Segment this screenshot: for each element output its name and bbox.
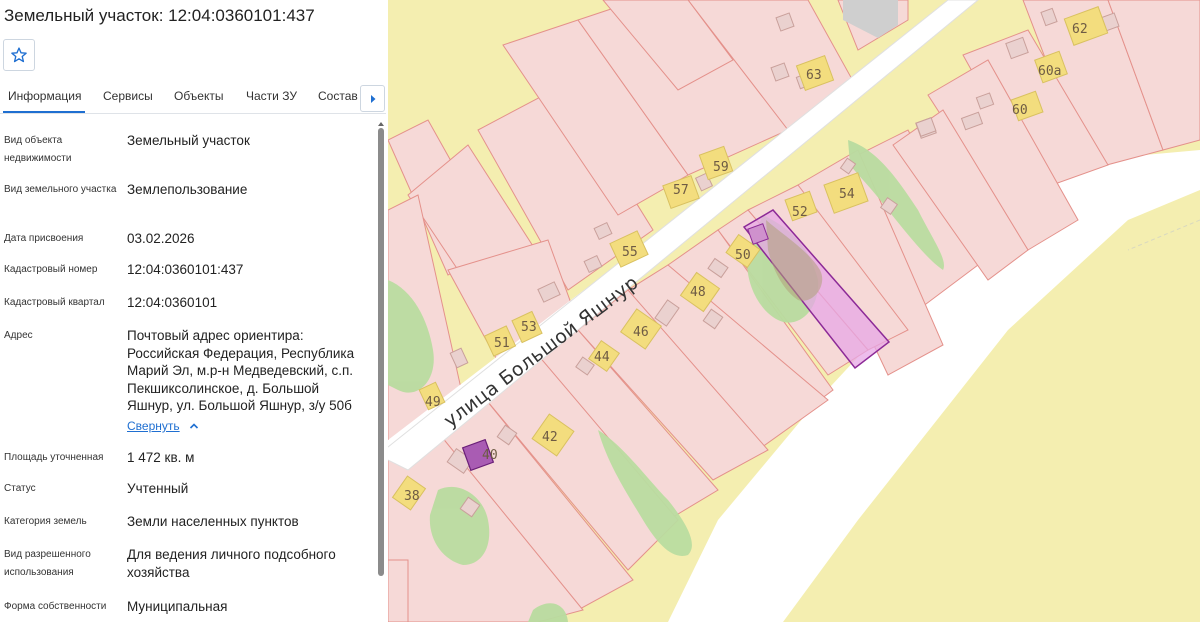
attributes-list: Вид объекта недвижимости Земельный участ…: [0, 114, 376, 622]
house-number: 53: [521, 320, 537, 335]
house-number: 50: [735, 248, 751, 263]
attribute-value: Муниципальная: [127, 599, 228, 614]
house-number: 52: [792, 205, 808, 220]
map-canvas: 62 63 60а 60 59 57 54 52 55 50 53 48 46 …: [388, 0, 1200, 622]
attribute-label: Адрес: [4, 330, 33, 341]
panel-scrollbar[interactable]: [377, 118, 386, 622]
attribute-value: Учтенный: [127, 481, 189, 496]
attribute-label: Статус: [4, 483, 36, 494]
house-number: 49: [425, 395, 441, 410]
page-title: Земельный участок: 12:04:0360101:437: [4, 6, 315, 25]
attribute-label: Площадь уточненная: [4, 452, 104, 463]
collapse-link-label: Свернуть: [127, 419, 180, 433]
house-number: 51: [494, 336, 510, 351]
tab-bar: Информация Сервисы Объекты Части ЗУ Сост…: [0, 80, 386, 114]
address-value: Почтовый адрес ориентира: Российская Фед…: [127, 328, 355, 413]
house-number: 38: [404, 489, 420, 504]
house-number: 54: [839, 187, 855, 202]
attribute-label: Категория земель: [4, 516, 87, 527]
attribute-value: Земли населенных пунктов: [127, 514, 299, 529]
house-number: 63: [806, 68, 822, 83]
attribute-label: Кадастровый квартал: [4, 297, 105, 308]
caret-right-icon: [370, 94, 375, 103]
scroll-up-arrow-icon[interactable]: [378, 122, 384, 126]
house-number: 60: [1012, 103, 1028, 118]
attribute-value: Для ведения личного подсобного хозяйства: [127, 547, 336, 580]
attribute-value: 12:04:0360101:437: [127, 262, 244, 277]
house-number: 48: [690, 285, 706, 300]
favorite-button[interactable]: [3, 39, 35, 71]
star-outline-icon: [11, 47, 27, 63]
land-parcel: [388, 559, 409, 622]
attribute-label: Вид объекта недвижимости: [4, 135, 72, 164]
active-tab-indicator: [3, 111, 85, 113]
tab-information[interactable]: Информация: [8, 89, 81, 103]
house-number: 40: [482, 448, 498, 463]
house-number: 60а: [1038, 64, 1061, 79]
attribute-label: Вид земельного участка: [4, 184, 117, 195]
scrollbar-thumb[interactable]: [378, 128, 384, 576]
attribute-value: Земельный участок: [127, 133, 250, 148]
house-number: 57: [673, 183, 689, 198]
tabs-scroll-right-button[interactable]: [360, 85, 385, 112]
attribute-label: Вид разрешенного использования: [4, 549, 91, 578]
house-number: 62: [1072, 22, 1088, 37]
attribute-value: 03.02.2026: [127, 231, 195, 246]
chevron-up-icon: [189, 423, 199, 429]
attribute-label: Дата присвоения: [4, 233, 84, 244]
tab-land-parts[interactable]: Части ЗУ: [246, 89, 297, 103]
attribute-value: Землепользование: [127, 182, 248, 197]
tab-objects[interactable]: Объекты: [174, 89, 224, 103]
house-number: 44: [594, 350, 610, 365]
tab-composition[interactable]: Состав: [318, 89, 358, 103]
house-number: 42: [542, 430, 558, 445]
house-number: 55: [622, 245, 638, 260]
info-panel: Земельный участок: 12:04:0360101:437 Инф…: [0, 0, 388, 622]
tab-services[interactable]: Сервисы: [103, 89, 153, 103]
cadastral-map[interactable]: 62 63 60а 60 59 57 54 52 55 50 53 48 46 …: [388, 0, 1200, 622]
attribute-label: Форма собственности: [4, 601, 107, 612]
house-number: 59: [713, 160, 729, 175]
house-number: 46: [633, 325, 649, 340]
attribute-value: 1 472 кв. м: [127, 450, 195, 465]
attribute-value: 12:04:0360101: [127, 295, 218, 310]
attribute-label: Кадастровый номер: [4, 264, 98, 275]
collapse-link[interactable]: Свернуть: [127, 419, 199, 433]
